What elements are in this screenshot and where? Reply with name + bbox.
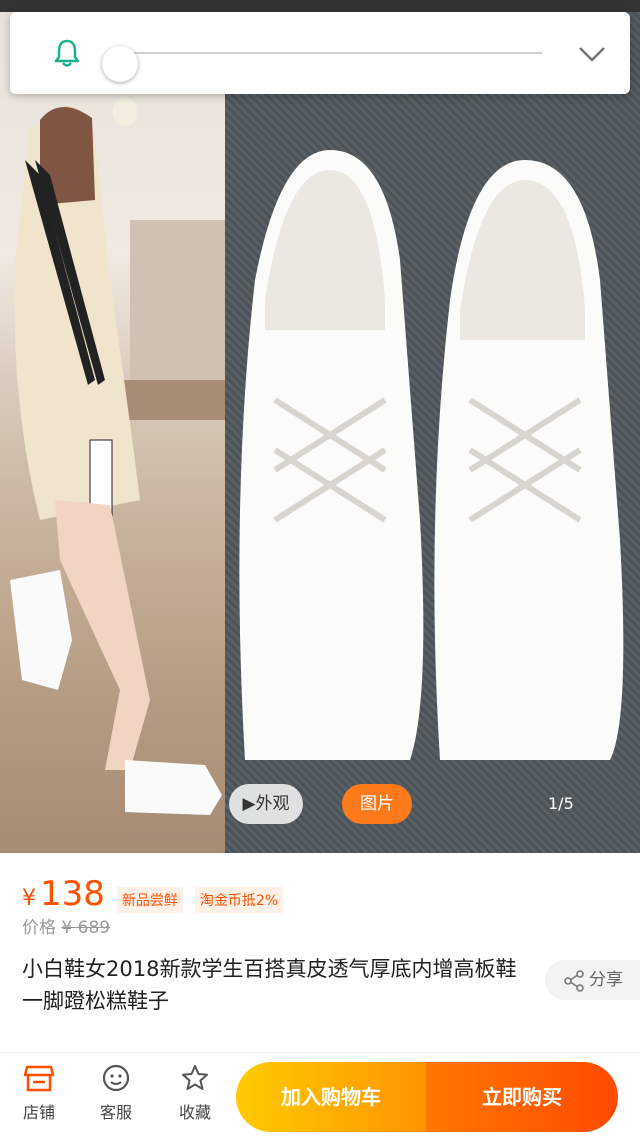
- original-price-label: 价格: [22, 918, 56, 938]
- service-nav[interactable]: 客服: [86, 1063, 146, 1123]
- video-tab-label: 外观: [255, 794, 290, 814]
- shoes-illustration: [239, 150, 624, 760]
- current-price: 138: [40, 874, 105, 914]
- share-icon: [564, 970, 584, 992]
- notification-volume-panel: [10, 12, 630, 94]
- photo-tab[interactable]: 图片: [342, 784, 412, 824]
- video-tab[interactable]: ▶外观: [229, 784, 303, 824]
- image-page-counter: 1/5: [548, 794, 574, 813]
- promo-tag-coins: 淘金币抵2%: [194, 887, 284, 913]
- bell-icon[interactable]: [50, 36, 84, 70]
- original-price: ¥ 689: [61, 918, 111, 938]
- share-label: 分享: [589, 970, 623, 990]
- original-price-row: 价格 ¥ 689: [22, 913, 110, 938]
- status-bar: [0, 0, 640, 12]
- add-to-cart-button[interactable]: 加入购物车: [236, 1062, 426, 1132]
- volume-slider-track[interactable]: [118, 52, 542, 54]
- service-icon: [102, 1064, 130, 1092]
- share-button[interactable]: 分享: [545, 960, 640, 1000]
- volume-slider-thumb[interactable]: [102, 46, 138, 82]
- chevron-down-icon[interactable]: [572, 40, 612, 68]
- product-title: 小白鞋女2018新款学生百搭真皮透气厚底内增高板鞋一脚蹬松糕鞋子: [22, 957, 517, 1013]
- buy-now-button[interactable]: 立即购买: [426, 1062, 618, 1132]
- product-gallery[interactable]: ▶外观 图片 1/5: [0, 0, 640, 853]
- price-row: ¥ 138 新品尝鲜 淘金币抵2%: [22, 874, 284, 914]
- promo-tag-new: 新品尝鲜: [116, 887, 183, 913]
- model-illustration: [10, 98, 225, 815]
- shoes-photo: [225, 0, 640, 853]
- store-label: 店铺: [22, 1103, 55, 1122]
- photo-tab-label: 图片: [360, 794, 394, 814]
- favorite-nav[interactable]: 收藏: [165, 1063, 225, 1123]
- play-icon: ▶: [242, 794, 256, 814]
- store-icon: [23, 1065, 55, 1092]
- currency-symbol: ¥: [22, 886, 36, 911]
- store-nav[interactable]: 店铺: [9, 1063, 69, 1123]
- service-label: 客服: [99, 1103, 132, 1122]
- model-photo: [0, 0, 225, 853]
- star-icon: [182, 1065, 208, 1090]
- bottom-action-bar: 店铺 客服 收藏 加入购物车 立即购买: [0, 1052, 640, 1139]
- favorite-label: 收藏: [178, 1103, 211, 1122]
